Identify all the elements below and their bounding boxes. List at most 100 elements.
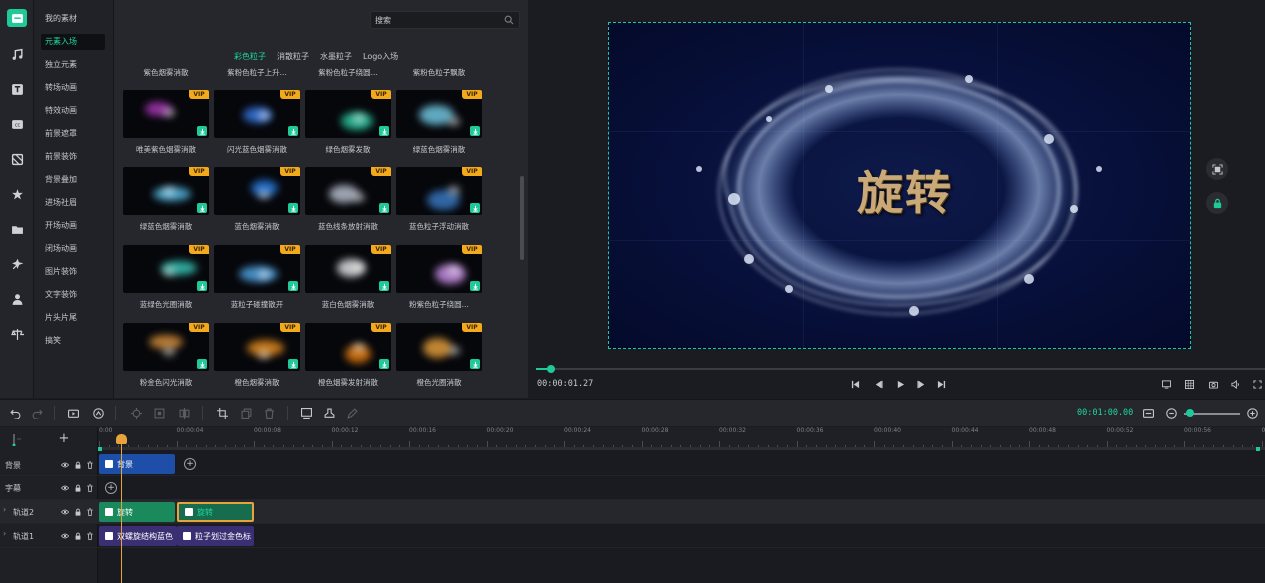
- download-icon[interactable]: [379, 359, 389, 369]
- category-item[interactable]: 特效动画: [41, 103, 105, 119]
- subtitle-icon[interactable]: cc: [7, 115, 27, 133]
- split-icon[interactable]: [7, 325, 27, 343]
- zoom-slider-knob[interactable]: [1185, 409, 1194, 417]
- visibility-eye-icon[interactable]: [61, 508, 69, 516]
- track-magnet-icon[interactable]: [11, 433, 23, 447]
- locate-icon[interactable]: [130, 407, 143, 420]
- track-lock-icon[interactable]: [74, 508, 82, 516]
- add-background-button[interactable]: +: [184, 458, 196, 470]
- category-item[interactable]: 进场社眉: [41, 195, 105, 211]
- materials-icon[interactable]: [7, 9, 27, 27]
- material-thumbnail[interactable]: VIP: [396, 245, 482, 293]
- download-icon[interactable]: [470, 126, 480, 136]
- effect-clip[interactable]: 双螺旋结构蓝色: [99, 526, 177, 546]
- progress-knob[interactable]: [546, 365, 555, 373]
- redo-icon[interactable]: [31, 407, 44, 420]
- person-icon[interactable]: [7, 290, 27, 308]
- material-thumbnail[interactable]: VIP: [123, 323, 209, 371]
- lock-icon[interactable]: [1206, 192, 1228, 214]
- material-thumbnail[interactable]: VIP: [214, 167, 300, 215]
- material-thumbnail[interactable]: VIP: [396, 90, 482, 138]
- download-icon[interactable]: [288, 126, 298, 136]
- music-icon[interactable]: [7, 45, 27, 63]
- material-thumbnail[interactable]: VIP: [396, 323, 482, 371]
- fullscreen-icon[interactable]: [1251, 378, 1263, 390]
- download-icon[interactable]: [288, 203, 298, 213]
- audio-record-icon[interactable]: [92, 407, 105, 420]
- track-delete-icon[interactable]: [86, 508, 94, 516]
- time-ruler[interactable]: 0:00 00:00:04 00:00:08 00:00:12 00:00:16 00:0…: [98, 427, 1265, 450]
- material-thumbnail[interactable]: VIP: [123, 167, 209, 215]
- download-icon[interactable]: [197, 126, 207, 136]
- folder-icon[interactable]: [7, 220, 27, 238]
- next-frame-icon[interactable]: [915, 378, 927, 390]
- category-item[interactable]: 前景遮罩: [41, 126, 105, 142]
- split-clip-icon[interactable]: [178, 407, 191, 420]
- zoom-out-icon[interactable]: [1165, 407, 1178, 420]
- crop-icon[interactable]: [216, 407, 229, 420]
- download-icon[interactable]: [288, 281, 298, 291]
- fit-screen-icon[interactable]: [1206, 158, 1228, 180]
- skip-start-icon[interactable]: [849, 378, 861, 390]
- category-item[interactable]: 片头片尾: [41, 310, 105, 326]
- undo-icon[interactable]: [9, 407, 22, 420]
- background-clip[interactable]: 背景: [99, 454, 175, 474]
- text-clip-selected[interactable]: 旋转: [177, 502, 254, 522]
- play-icon[interactable]: [894, 378, 906, 390]
- search-icon[interactable]: [504, 15, 514, 25]
- category-item[interactable]: 开场动画: [41, 218, 105, 234]
- volume-icon[interactable]: [1229, 378, 1241, 390]
- material-thumbnail[interactable]: VIP: [305, 90, 391, 138]
- track-delete-icon[interactable]: [86, 532, 94, 540]
- track-lock-icon[interactable]: [74, 461, 82, 469]
- subtab-ink-particles[interactable]: 水墨粒子: [320, 51, 352, 63]
- copy-icon[interactable]: [240, 407, 253, 420]
- track-lock-icon[interactable]: [74, 532, 82, 540]
- download-icon[interactable]: [379, 203, 389, 213]
- category-item[interactable]: 背景叠加: [41, 172, 105, 188]
- download-icon[interactable]: [288, 359, 298, 369]
- download-icon[interactable]: [197, 359, 207, 369]
- text-clip[interactable]: 旋转: [99, 502, 175, 522]
- filter-icon[interactable]: [7, 150, 27, 168]
- download-icon[interactable]: [379, 281, 389, 291]
- text-icon[interactable]: [7, 80, 27, 98]
- timeline-end-marker[interactable]: [1256, 447, 1260, 451]
- record-icon[interactable]: [67, 407, 80, 420]
- stamp-icon[interactable]: [323, 407, 336, 420]
- visibility-eye-icon[interactable]: [61, 484, 69, 492]
- download-icon[interactable]: [197, 281, 207, 291]
- screen-icon[interactable]: [1160, 378, 1172, 390]
- playback-progress-bar[interactable]: [536, 365, 1265, 373]
- category-item[interactable]: 文字装饰: [41, 287, 105, 303]
- download-icon[interactable]: [470, 359, 480, 369]
- edit-icon[interactable]: [346, 407, 359, 420]
- material-thumbnail[interactable]: VIP: [305, 323, 391, 371]
- track-delete-icon[interactable]: [86, 461, 94, 469]
- playhead-handle[interactable]: [116, 434, 127, 444]
- category-item[interactable]: 我的素材: [41, 11, 105, 27]
- subtab-dissipate-particles[interactable]: 消散粒子: [277, 51, 309, 63]
- zoom-in-icon[interactable]: [1246, 407, 1259, 420]
- category-item-active[interactable]: 元素入场: [41, 34, 105, 50]
- material-thumbnail[interactable]: VIP: [214, 323, 300, 371]
- search-input[interactable]: [375, 12, 495, 28]
- category-item[interactable]: 独立元素: [41, 57, 105, 73]
- category-item[interactable]: 闭场动画: [41, 241, 105, 257]
- category-item[interactable]: 前景装饰: [41, 149, 105, 165]
- panel-scrollbar[interactable]: [520, 176, 524, 260]
- track-delete-icon[interactable]: [86, 484, 94, 492]
- sticker-icon[interactable]: [7, 255, 27, 273]
- material-thumbnail[interactable]: VIP: [396, 167, 482, 215]
- visibility-eye-icon[interactable]: [61, 461, 69, 469]
- video-canvas[interactable]: 旋转: [608, 22, 1191, 349]
- add-subtitle-button[interactable]: +: [105, 482, 117, 494]
- subtab-color-particles[interactable]: 彩色粒子: [234, 51, 266, 63]
- material-thumbnail[interactable]: VIP: [214, 245, 300, 293]
- add-track-button[interactable]: +: [58, 432, 70, 445]
- crop-frame-icon[interactable]: [153, 407, 166, 420]
- download-icon[interactable]: [470, 203, 480, 213]
- material-thumbnail[interactable]: VIP: [123, 245, 209, 293]
- track-expand-icon[interactable]: ›: [3, 529, 6, 538]
- material-thumbnail[interactable]: VIP: [214, 90, 300, 138]
